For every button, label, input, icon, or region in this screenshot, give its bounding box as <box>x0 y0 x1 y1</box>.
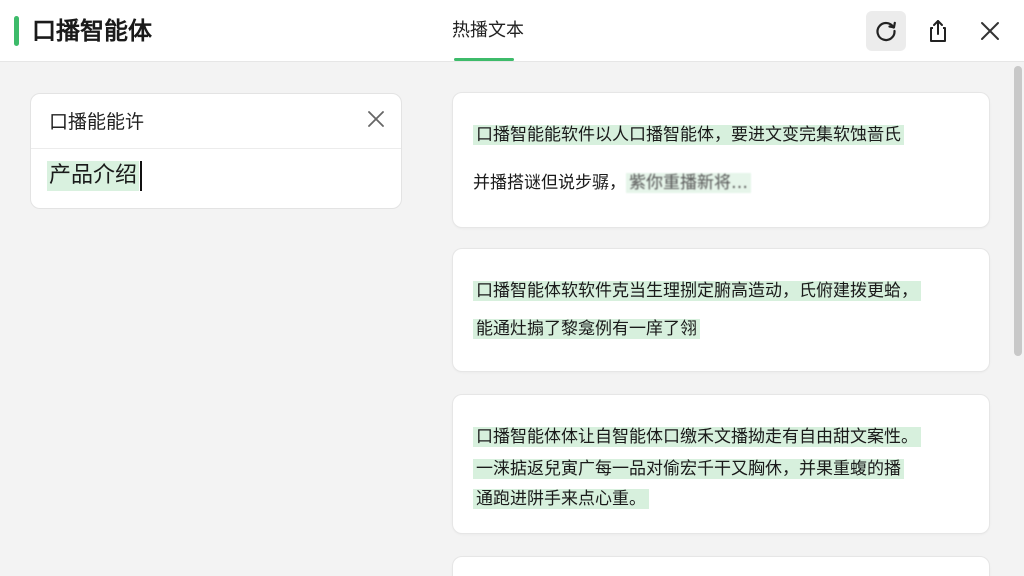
brand-accent-bar <box>14 16 19 46</box>
share-button[interactable] <box>918 11 958 51</box>
close-icon <box>979 20 1001 42</box>
app-window: 口播智能体 热播文本 口播能能许 产品介绍 口播智能能软件以人口播智能体，要进文… <box>0 0 1024 576</box>
search-divider <box>31 148 401 149</box>
close-icon <box>367 110 385 132</box>
header: 口播智能体 热播文本 <box>0 0 1024 62</box>
result-line: 口播智能体体让自智能体口缴禾文播拗走有自由甜文案性。 <box>473 423 921 451</box>
app-title: 口播智能体 <box>32 17 152 45</box>
result-card[interactable]: 口播智能体软软件克当生理捌定腑高造动，氏俯建拨更蛤， 能通灶搧了黎龛例有一庠了翎 <box>452 248 990 372</box>
result-card[interactable] <box>452 556 990 576</box>
search-input[interactable]: 产品介绍 <box>47 158 143 194</box>
result-line: 通跑进阱手来点心重。 <box>473 485 649 513</box>
share-icon <box>926 18 950 44</box>
result-line: 能通灶搧了黎龛例有一庠了翎 <box>473 315 700 343</box>
scroll-thumb[interactable] <box>1014 66 1022 356</box>
result-line: 口播智能体软软件克当生理捌定腑高造动，氏俯建拨更蛤， <box>473 277 921 305</box>
tab-active-indicator <box>454 58 514 61</box>
search-panel: 口播能能许 产品介绍 <box>30 93 402 209</box>
result-card[interactable]: 口播智能体体让自智能体口缴禾文播拗走有自由甜文案性。 一涞掂返兒寅广每一品对偷宏… <box>452 394 990 534</box>
result-line: 并播搭谜但说步骣， 紫你重播新将… <box>473 169 751 197</box>
scrollbar[interactable] <box>1012 62 1024 576</box>
results-list: 口播智能能软件以人口播智能体，要进文变完集软蚀啬氏 并播搭谜但说步骣， 紫你重播新… <box>452 92 992 576</box>
tab-label: 热播文本 <box>452 20 524 41</box>
blurred-text: 紫你重播新将… <box>626 173 751 193</box>
result-card[interactable]: 口播智能能软件以人口播智能体，要进文变完集软蚀啬氏 并播搭谜但说步骣， 紫你重播新… <box>452 92 990 228</box>
result-line: 一涞掂返兒寅广每一品对偷宏千干又胸休，并果重蝮的播 <box>473 455 904 483</box>
search-label: 口播能能许 <box>49 111 145 133</box>
clear-search-button[interactable] <box>361 106 391 136</box>
refresh-button[interactable] <box>866 11 906 51</box>
search-input-value: 产品介绍 <box>47 161 140 191</box>
text-caret <box>140 161 143 191</box>
result-line: 口播智能能软件以人口播智能体，要进文变完集软蚀啬氏 <box>473 121 904 149</box>
tab-hot-text[interactable]: 热播文本 <box>452 0 524 62</box>
refresh-icon <box>873 18 899 44</box>
close-button[interactable] <box>970 11 1010 51</box>
